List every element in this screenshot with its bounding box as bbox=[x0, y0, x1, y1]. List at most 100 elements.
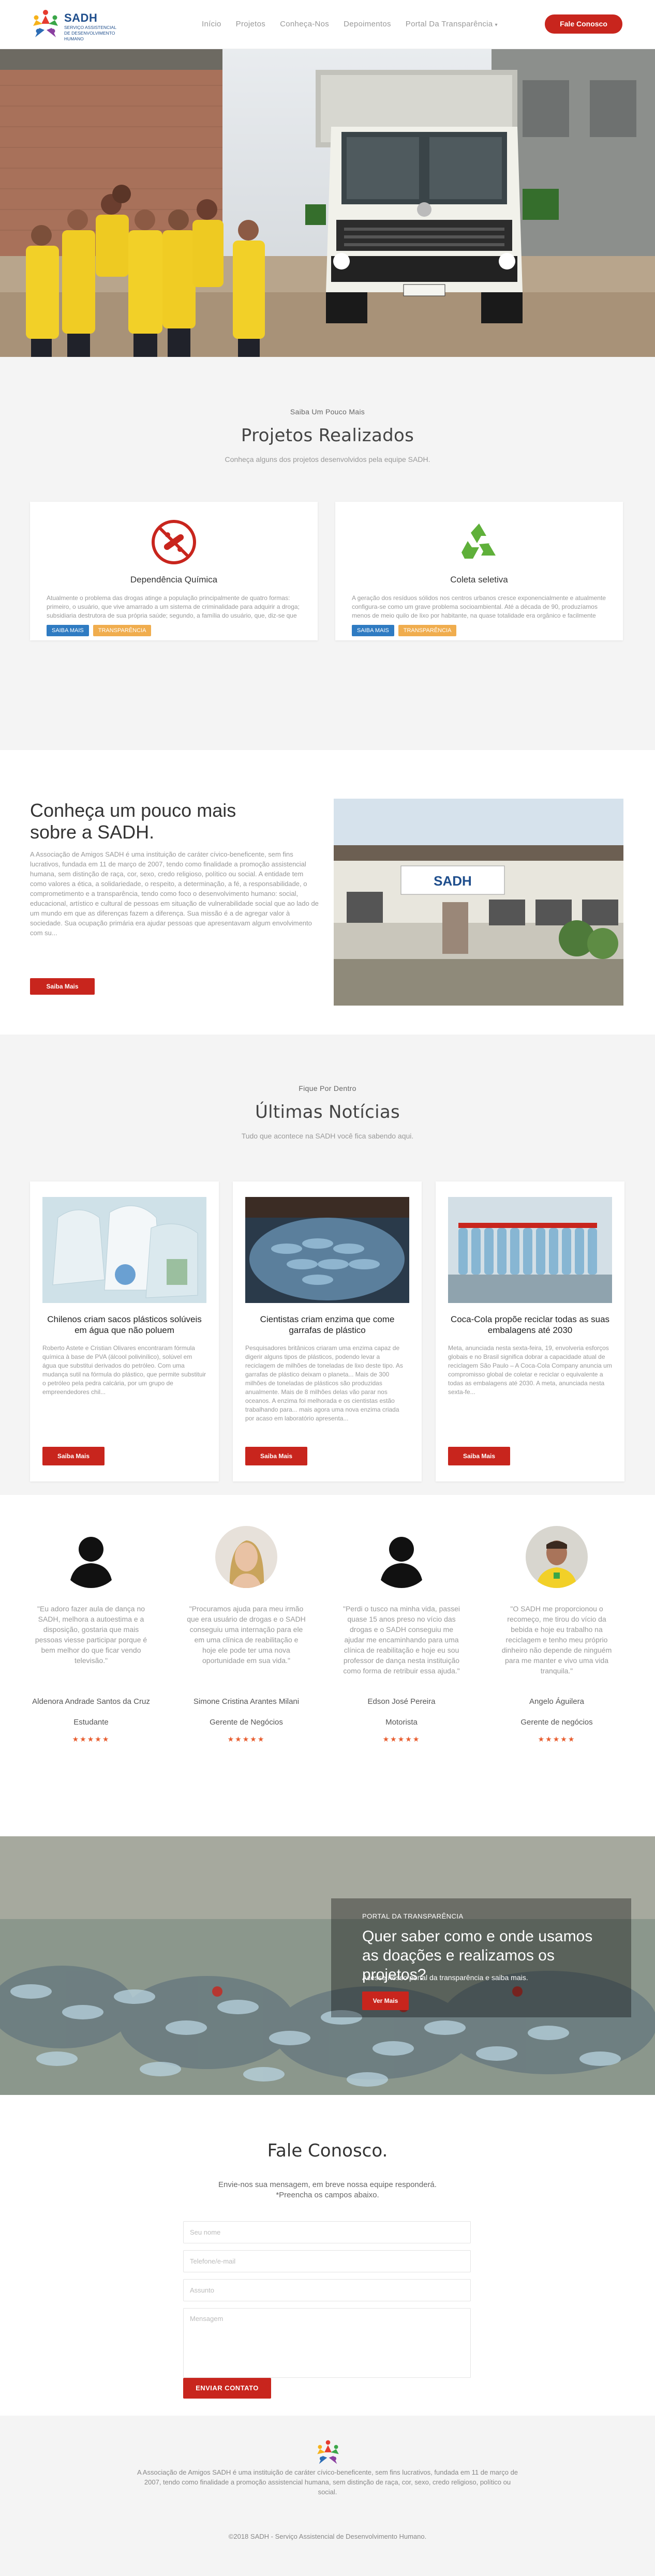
news-image-plastic-bags bbox=[42, 1197, 206, 1303]
testimonial-card: "Eu adoro fazer aula de dança no SADH, m… bbox=[13, 1526, 169, 1744]
logo-subtitle: Serviço Assistencial de Desenvolvimento … bbox=[64, 25, 116, 41]
projects-heading: Saiba Um Pouco Mais Projetos Realizados … bbox=[0, 408, 655, 463]
nav-item-inicio[interactable]: Início bbox=[195, 20, 229, 28]
projects-title: Projetos Realizados bbox=[241, 425, 414, 446]
news-subtitle: Tudo que acontece na SADH você fica sabe… bbox=[241, 1132, 414, 1140]
news-saiba-mais-button[interactable]: Saiba Mais bbox=[448, 1447, 510, 1465]
news-image-bottles-heap bbox=[245, 1197, 409, 1303]
star-rating: ★★★★★ bbox=[72, 1735, 110, 1743]
news-card: Cientistas criam enzima que come garrafa… bbox=[233, 1181, 422, 1481]
news-title: Últimas Notícias bbox=[255, 1102, 400, 1122]
testimonial-name: Edson José Pereira bbox=[367, 1697, 436, 1706]
news-eyebrow: Fique Por Dentro bbox=[299, 1084, 356, 1092]
nav-item-projetos[interactable]: Projetos bbox=[229, 20, 273, 28]
man-photo-avatar bbox=[526, 1526, 588, 1588]
transparencia-button[interactable]: TRANSPARÊNCIA bbox=[398, 625, 457, 636]
testimonial-quote: "O SADH me proporcionou o recomeço, me t… bbox=[501, 1605, 612, 1675]
footer-copyright: ©2018 SADH - Serviço Assistencial de Des… bbox=[228, 2533, 427, 2540]
project-text: A geração dos resíduos sólidos nos centr… bbox=[352, 594, 606, 619]
testimonial-name: Angelo Águilera bbox=[529, 1697, 584, 1706]
news-heading: Fique Por Dentro Últimas Notícias Tudo q… bbox=[0, 1084, 655, 1140]
testimonial-quote: "Procuramos ajuda para meu irmão que era… bbox=[187, 1605, 306, 1665]
about-section: Conheça um pouco mais sobre a SADH. A As… bbox=[0, 750, 655, 1035]
contact-intro-line-1: Envie-nos sua mensagem, em breve nossa e… bbox=[218, 2180, 437, 2189]
about-text: A Associação de Amigos SADH é uma instit… bbox=[30, 850, 319, 937]
hero-image bbox=[0, 49, 655, 357]
testimonial-role: Motorista bbox=[385, 1718, 418, 1727]
footer-logo-icon bbox=[317, 2440, 339, 2464]
testimonial-role: Estudante bbox=[73, 1718, 109, 1727]
news-text: Pesquisadores britânicos criaram uma enz… bbox=[245, 1344, 403, 1422]
name-input[interactable] bbox=[183, 2221, 471, 2243]
testimonial-card: "Perdi o tusco na minha vida, passei qua… bbox=[324, 1526, 479, 1744]
main-nav: Início Projetos Conheça-Nos Depoimentos … bbox=[195, 20, 505, 28]
hero-photo-team-truck bbox=[0, 49, 655, 357]
fale-conosco-button[interactable]: Fale Conosco bbox=[545, 14, 622, 34]
about-saiba-mais-button[interactable]: Saiba Mais bbox=[30, 978, 95, 995]
testimonial-role: Gerente de negócios bbox=[520, 1718, 593, 1727]
phone-email-input[interactable] bbox=[183, 2250, 471, 2272]
project-title: Dependência Química bbox=[130, 575, 218, 585]
star-rating: ★★★★★ bbox=[227, 1735, 265, 1743]
saiba-mais-button[interactable]: SAIBA MAIS bbox=[47, 625, 89, 636]
sadh-building-photo: SADH bbox=[334, 799, 623, 1006]
person-silhouette-icon bbox=[380, 1537, 423, 1588]
nav-item-portal-label: Portal Da Transparência bbox=[405, 20, 493, 28]
news-title: Chilenos criam sacos plásticos solúveis … bbox=[47, 1314, 202, 1335]
site-header: SADH Serviço Assistencial de Desenvolvim… bbox=[0, 0, 655, 49]
star-rating: ★★★★★ bbox=[538, 1735, 576, 1743]
contact-title: Fale Conosco. bbox=[267, 2140, 388, 2161]
footer-text: A Associação de Amigos SADH é uma instit… bbox=[137, 2468, 518, 2496]
testimonial-role: Gerente de Negócios bbox=[210, 1718, 283, 1727]
testimonial-quote: "Perdi o tusco na minha vida, passei qua… bbox=[343, 1605, 460, 1675]
news-text: Roberto Astete e Cristian Olivares encon… bbox=[42, 1344, 206, 1396]
contact-intro: Envie-nos sua mensagem, em breve nossa e… bbox=[0, 2180, 655, 2200]
avatar bbox=[526, 1526, 588, 1588]
news-saiba-mais-button[interactable]: Saiba Mais bbox=[245, 1447, 307, 1465]
testimonial-card: "Procuramos ajuda para meu irmão que era… bbox=[169, 1526, 324, 1744]
testimonial-quote: "Eu adoro fazer aula de dança no SADH, m… bbox=[35, 1605, 147, 1665]
enviar-contato-button[interactable]: ENVIAR CONTATO bbox=[183, 2378, 271, 2399]
subject-input[interactable] bbox=[183, 2279, 471, 2301]
project-text: Atualmente o problema das drogas atinge … bbox=[47, 594, 300, 619]
sadh-logo[interactable]: SADH Serviço Assistencial de Desenvolvim… bbox=[30, 8, 116, 41]
woman-photo-avatar bbox=[215, 1526, 277, 1588]
logo-brand: SADH bbox=[64, 11, 98, 24]
banner-eyebrow: Portal da Transparência bbox=[362, 1912, 464, 1920]
chevron-down-icon: ▾ bbox=[495, 22, 498, 28]
avatar bbox=[60, 1526, 122, 1588]
news-text: Meta, anunciada nesta sexta-feira, 19, e… bbox=[448, 1344, 612, 1396]
projects-section: Saiba Um Pouco Mais Projetos Realizados … bbox=[0, 357, 655, 750]
avatar bbox=[370, 1526, 433, 1588]
news-image-bottling-line bbox=[448, 1197, 612, 1303]
news-title: Cientistas criam enzima que come garrafa… bbox=[260, 1314, 395, 1335]
testimonial-name: Simone Cristina Arantes Milani bbox=[193, 1697, 300, 1706]
project-card-dependencia: Dependência Química Atualmente o problem… bbox=[30, 502, 318, 640]
logo-figures-icon bbox=[33, 10, 58, 37]
testimonial-name: Aldenora Andrade Santos da Cruz bbox=[32, 1697, 150, 1706]
news-saiba-mais-button[interactable]: Saiba Mais bbox=[42, 1447, 105, 1465]
news-card: Coca-Cola propõe reciclar todas as suas … bbox=[436, 1181, 624, 1481]
nav-item-depoimentos[interactable]: Depoimentos bbox=[336, 20, 398, 28]
transparency-banner: Portal da Transparência Quer saber como … bbox=[0, 1836, 655, 2095]
building-sign-text: SADH bbox=[434, 873, 472, 889]
star-rating: ★★★★★ bbox=[382, 1735, 421, 1743]
transparencia-button[interactable]: TRANSPARÊNCIA bbox=[93, 625, 152, 636]
testimonials-section: "Eu adoro fazer aula de dança no SADH, m… bbox=[0, 1495, 655, 1836]
news-title: Coca-Cola propõe reciclar todas as suas … bbox=[450, 1314, 610, 1335]
no-drugs-icon bbox=[152, 520, 196, 564]
contact-intro-line-2: *Preencha os campos abaixo. bbox=[276, 2191, 379, 2199]
news-section: Fique Por Dentro Últimas Notícias Tudo q… bbox=[0, 1035, 655, 1495]
project-title: Coleta seletiva bbox=[450, 575, 508, 585]
ver-mais-button[interactable]: Ver Mais bbox=[362, 1991, 409, 2010]
projects-subtitle: Conheça alguns dos projetos desenvolvido… bbox=[225, 455, 430, 463]
testimonial-card: "O SADH me proporcionou o recomeço, me t… bbox=[479, 1526, 634, 1744]
message-textarea[interactable] bbox=[183, 2308, 471, 2378]
project-buttons: SAIBA MAIS TRANSPARÊNCIA bbox=[352, 625, 457, 636]
nav-item-conheca-nos[interactable]: Conheça-Nos bbox=[273, 20, 336, 28]
news-card: Chilenos criam sacos plásticos solúveis … bbox=[30, 1181, 219, 1481]
nav-item-portal-transparencia[interactable]: Portal Da Transparência ▾ bbox=[398, 20, 505, 28]
site-footer: A Associação de Amigos SADH é uma instit… bbox=[0, 2416, 655, 2576]
recycle-icon bbox=[462, 523, 496, 559]
saiba-mais-button[interactable]: SAIBA MAIS bbox=[352, 625, 394, 636]
